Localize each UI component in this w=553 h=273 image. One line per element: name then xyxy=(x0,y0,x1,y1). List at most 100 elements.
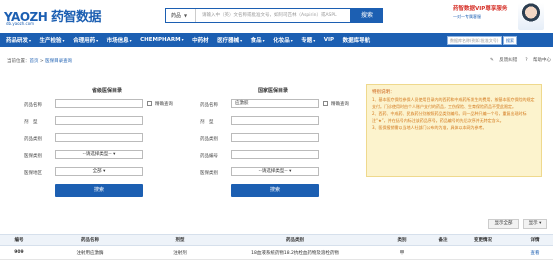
customer-service-avatar xyxy=(518,3,544,30)
local-drug-name-input[interactable] xyxy=(55,99,143,108)
nav-item[interactable]: 医疗器械▾ xyxy=(217,36,242,44)
nav-item-label: 专题 xyxy=(301,38,313,44)
cell-detail-link[interactable]: 查看 xyxy=(525,250,545,256)
local-exact-checkbox[interactable] xyxy=(147,101,152,106)
nav-item-label: VIP xyxy=(323,37,335,43)
col-header-id[interactable]: 编号 xyxy=(8,237,30,243)
col-header-detail[interactable]: 详情 xyxy=(525,237,545,243)
promo-title: 药智数据VIP尊享服务 xyxy=(453,6,508,12)
chevron-down-icon: ▾ xyxy=(113,152,116,157)
logo-subtitle: db.yaozh.com xyxy=(6,21,35,26)
local-category-input[interactable] xyxy=(55,133,143,142)
main-search-box: 药品 ▼ 请输入中（英）文名称或批准文号，如阿司匹林（Aspirin）或ASPL xyxy=(165,8,351,23)
local-insurance-type-value: --请选择类型-- xyxy=(82,152,112,157)
chevron-down-icon: ▾ xyxy=(539,221,542,226)
nav-item-label: 化妆品 xyxy=(273,38,290,44)
nav-search-input[interactable]: 数据库名称(例如:批准文号) xyxy=(447,36,502,45)
nav-item[interactable]: 数据库导航 xyxy=(343,36,371,44)
help-label: 帮助中心 xyxy=(533,58,552,63)
logo-cn-text: 药智数据 xyxy=(50,10,102,25)
national-exact-label: 精确查询 xyxy=(331,102,349,107)
local-region-select[interactable]: 全部 ▾ xyxy=(55,167,143,176)
breadcrumb-home[interactable]: 首页 xyxy=(30,59,39,64)
chevron-down-icon: ▾ xyxy=(181,37,184,42)
chevron-down-icon: ▾ xyxy=(262,38,265,43)
national-drug-name-input[interactable]: 应激胶 xyxy=(231,99,319,108)
nav-item[interactable]: 市场信息▾ xyxy=(107,36,132,44)
col-header-dosage[interactable]: 剂型 xyxy=(160,237,200,243)
notice-item: 3、医保报销需以当地人社部门公布的为准，具体以本网为参考。 xyxy=(372,125,487,130)
local-category-label: 药品类别 xyxy=(24,137,42,142)
feedback-label: 反馈纠错 xyxy=(499,58,518,63)
vip-promo[interactable]: 药智数据VIP尊享服务 一对一专属客服 xyxy=(453,4,513,20)
chevron-down-icon: ▾ xyxy=(103,169,106,174)
notice-item: 2、西药、中成药、民族药分别按照药品类别编号。同一品种只编一个号，重复出现时标注… xyxy=(372,111,527,123)
breadcrumb-current[interactable]: 医保目录查询 xyxy=(45,59,72,64)
top-header: YAOZH 药智数据 db.yaozh.com 药品 ▼ 请输入中（英）文名称或批… xyxy=(0,0,553,32)
nav-item[interactable]: 合理用药▾ xyxy=(73,36,98,44)
local-dosage-label: 剂 型 xyxy=(24,120,38,125)
nav-item[interactable]: 中药材 xyxy=(192,36,209,44)
nav-items: 药品研发▾ 生产检验▾ 合理用药▾ 市场信息▾ CHEMPHARM▾ 中药材 医疗器械▾ 食品… xyxy=(6,33,379,47)
notice-title: 特别说明： xyxy=(372,90,395,95)
feedback-link[interactable]: ✎ 反馈纠错 xyxy=(486,58,517,63)
breadcrumb: 当前位置：首页 > 医保目录查询 xyxy=(7,58,72,64)
nav-item-label: 市场信息 xyxy=(106,38,129,44)
notice-item: 1、基本医疗保险参保人员使用目录内的西药和中成药所发生的费用，按基本医疗保险的规… xyxy=(372,97,535,109)
col-header-change[interactable]: 变更情况 xyxy=(468,237,498,243)
col-header-note[interactable]: 备注 xyxy=(433,237,453,243)
chevron-down-icon: ▾ xyxy=(129,38,132,43)
nav-item[interactable]: 专题▾ xyxy=(301,36,315,44)
nav-item-label: 生产检验 xyxy=(39,38,62,44)
promo-subtitle: 一对一专属客服 xyxy=(453,14,481,19)
national-category-label: 药品类别 xyxy=(200,137,218,142)
national-drug-name-label: 药品名称 xyxy=(200,103,218,108)
nav-search-button[interactable]: 搜索 xyxy=(503,36,517,45)
display-options-label: 显示 xyxy=(528,221,538,226)
nav-item[interactable]: 食品▾ xyxy=(251,36,265,44)
chevron-down-icon: ▾ xyxy=(240,38,243,43)
nav-item[interactable]: 生产检验▾ xyxy=(40,36,65,44)
display-options-button[interactable]: 显示 ▾ xyxy=(523,219,547,229)
national-search-button[interactable]: 搜索 xyxy=(231,184,319,197)
nav-item[interactable]: 药品研发▾ xyxy=(6,36,31,44)
main-search-input[interactable]: 请输入中（英）文名称或批准文号，如阿司匹林（Aspirin）或ASPL xyxy=(202,9,350,22)
nav-item-label: 药品研发 xyxy=(6,38,29,44)
help-link[interactable]: ? 帮助中心 xyxy=(521,58,551,63)
national-insurance-type-select[interactable]: --请选择类型-- ▾ xyxy=(231,167,319,176)
nav-item-label: CHEMPHARM xyxy=(140,37,181,43)
nav-item[interactable]: CHEMPHARM▾ xyxy=(140,37,183,43)
national-exact-checkbox[interactable] xyxy=(323,101,328,106)
chevron-down-icon: ▾ xyxy=(290,38,293,43)
cell-name: 注射用应激酶 xyxy=(76,251,104,256)
edit-icon: ✎ xyxy=(490,58,494,63)
local-insurance-type-select[interactable]: --请选择类型-- ▾ xyxy=(55,150,143,159)
nav-item[interactable]: VIP xyxy=(324,37,334,43)
nav-item-label: 中药材 xyxy=(192,38,209,44)
col-header-name[interactable]: 药品名称 xyxy=(60,237,120,243)
national-number-input[interactable] xyxy=(231,150,319,159)
cell-type: 甲 xyxy=(399,251,405,256)
col-header-category[interactable]: 药品类别 xyxy=(265,237,325,243)
local-insurance-type-label: 医保类别 xyxy=(24,154,42,159)
chevron-down-icon: ▾ xyxy=(62,38,65,43)
national-dosage-label: 剂 型 xyxy=(200,120,214,125)
national-category-input[interactable] xyxy=(231,133,319,142)
col-header-type[interactable]: 类别 xyxy=(392,237,412,243)
national-insurance-type-value: --请选择类型-- xyxy=(258,169,288,174)
nav-item-label: 合理用药 xyxy=(73,38,96,44)
search-category-select[interactable]: 药品 ▼ xyxy=(166,9,196,22)
cell-category: 18血液系统药物18.2抗栓血药物及溶栓药物 xyxy=(251,251,339,256)
local-search-button[interactable]: 搜索 xyxy=(55,184,143,197)
local-dosage-input[interactable] xyxy=(55,116,143,125)
chevron-down-icon: ▾ xyxy=(289,169,292,174)
table-row: 909 注射用应激酶 注射剂 18血液系统药物18.2抗栓血药物及溶栓药物 甲 … xyxy=(0,247,553,260)
chevron-down-icon: ▼ xyxy=(184,13,188,18)
show-all-button[interactable]: 显示全部 xyxy=(488,219,519,229)
chevron-down-icon: ▾ xyxy=(29,38,32,43)
local-region-label: 医保地区 xyxy=(24,171,42,176)
national-dosage-input[interactable] xyxy=(231,116,319,125)
nav-item-label: 食品 xyxy=(250,38,262,44)
main-search-button[interactable]: 搜索 xyxy=(351,8,383,23)
nav-item[interactable]: 化妆品▾ xyxy=(273,36,293,44)
